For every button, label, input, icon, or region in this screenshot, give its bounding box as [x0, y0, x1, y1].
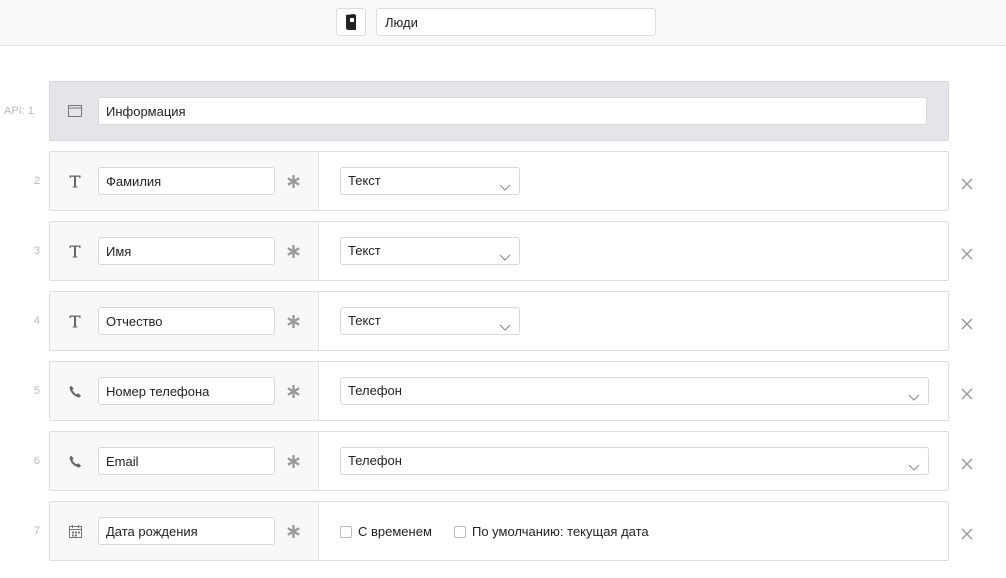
field-row: Текст: [49, 291, 949, 351]
option-checkbox[interactable]: С временем: [340, 524, 432, 539]
calendar-icon: [66, 522, 84, 540]
row-number: 6: [33, 455, 40, 467]
window-icon: [66, 102, 84, 120]
collection-name-input[interactable]: [376, 8, 656, 36]
row-number: API: 1: [4, 105, 34, 117]
required-asterisk-icon[interactable]: [284, 312, 302, 330]
option-label: С временем: [358, 524, 432, 539]
chevron-down-icon: [499, 316, 511, 331]
chevron-down-icon: [499, 246, 511, 261]
field-type-value: Текст: [348, 243, 381, 258]
field-row: Текст: [49, 151, 949, 211]
field-type-select[interactable]: Текст: [340, 167, 520, 195]
field-name-input[interactable]: [98, 167, 275, 195]
field-name-input[interactable]: [98, 237, 275, 265]
text-type-icon: [66, 172, 84, 190]
chevron-down-icon: [908, 456, 920, 471]
field-type-value: Текст: [348, 313, 381, 328]
field-name-input[interactable]: [98, 447, 275, 475]
field-type-select[interactable]: Текст: [340, 307, 520, 335]
checkbox[interactable]: [340, 525, 352, 538]
field-type-value: Телефон: [348, 453, 402, 468]
phone-icon: [66, 382, 84, 400]
text-type-icon: [66, 312, 84, 330]
field-row: Текст: [49, 221, 949, 281]
close-icon: [961, 178, 973, 190]
row-number: 2: [33, 175, 40, 187]
row-number: 5: [33, 385, 40, 397]
field-row: Телефон: [49, 431, 949, 491]
field-row: С временем По умолчанию: текущая дата: [49, 501, 949, 561]
field-name-input[interactable]: [98, 377, 275, 405]
collection-icon-button[interactable]: [336, 8, 366, 36]
section-row-info: [49, 81, 949, 141]
field-type-value: Телефон: [348, 383, 402, 398]
chevron-down-icon: [499, 176, 511, 191]
top-bar: [0, 0, 1006, 46]
required-asterisk-icon[interactable]: [284, 242, 302, 260]
required-asterisk-icon[interactable]: [284, 452, 302, 470]
row-number: 7: [33, 525, 40, 537]
row-number: 3: [33, 245, 40, 257]
required-asterisk-icon[interactable]: [284, 172, 302, 190]
delete-field-button[interactable]: [959, 316, 975, 332]
section-name-input[interactable]: [98, 97, 927, 125]
close-icon: [961, 388, 973, 400]
delete-field-button[interactable]: [959, 526, 975, 542]
delete-field-button[interactable]: [959, 386, 975, 402]
delete-field-button[interactable]: [959, 246, 975, 262]
close-icon: [961, 528, 973, 540]
close-icon: [961, 318, 973, 330]
close-icon: [961, 248, 973, 260]
field-type-select[interactable]: Телефон: [340, 447, 929, 475]
delete-field-button[interactable]: [959, 456, 975, 472]
required-asterisk-icon[interactable]: [284, 522, 302, 540]
text-type-icon: [66, 242, 84, 260]
phone-icon: [66, 452, 84, 470]
field-type-value: Текст: [348, 173, 381, 188]
field-name-input[interactable]: [98, 517, 275, 545]
chevron-down-icon: [908, 386, 920, 401]
option-label: По умолчанию: текущая дата: [472, 524, 649, 539]
field-type-select[interactable]: Телефон: [340, 377, 929, 405]
field-type-select[interactable]: Текст: [340, 237, 520, 265]
required-asterisk-icon[interactable]: [284, 382, 302, 400]
delete-field-button[interactable]: [959, 176, 975, 192]
close-icon: [961, 458, 973, 470]
book-icon: [345, 14, 356, 31]
field-row: Телефон: [49, 361, 949, 421]
row-number: 4: [33, 315, 40, 327]
checkbox[interactable]: [454, 525, 466, 538]
option-checkbox[interactable]: По умолчанию: текущая дата: [454, 524, 649, 539]
field-name-input[interactable]: [98, 307, 275, 335]
